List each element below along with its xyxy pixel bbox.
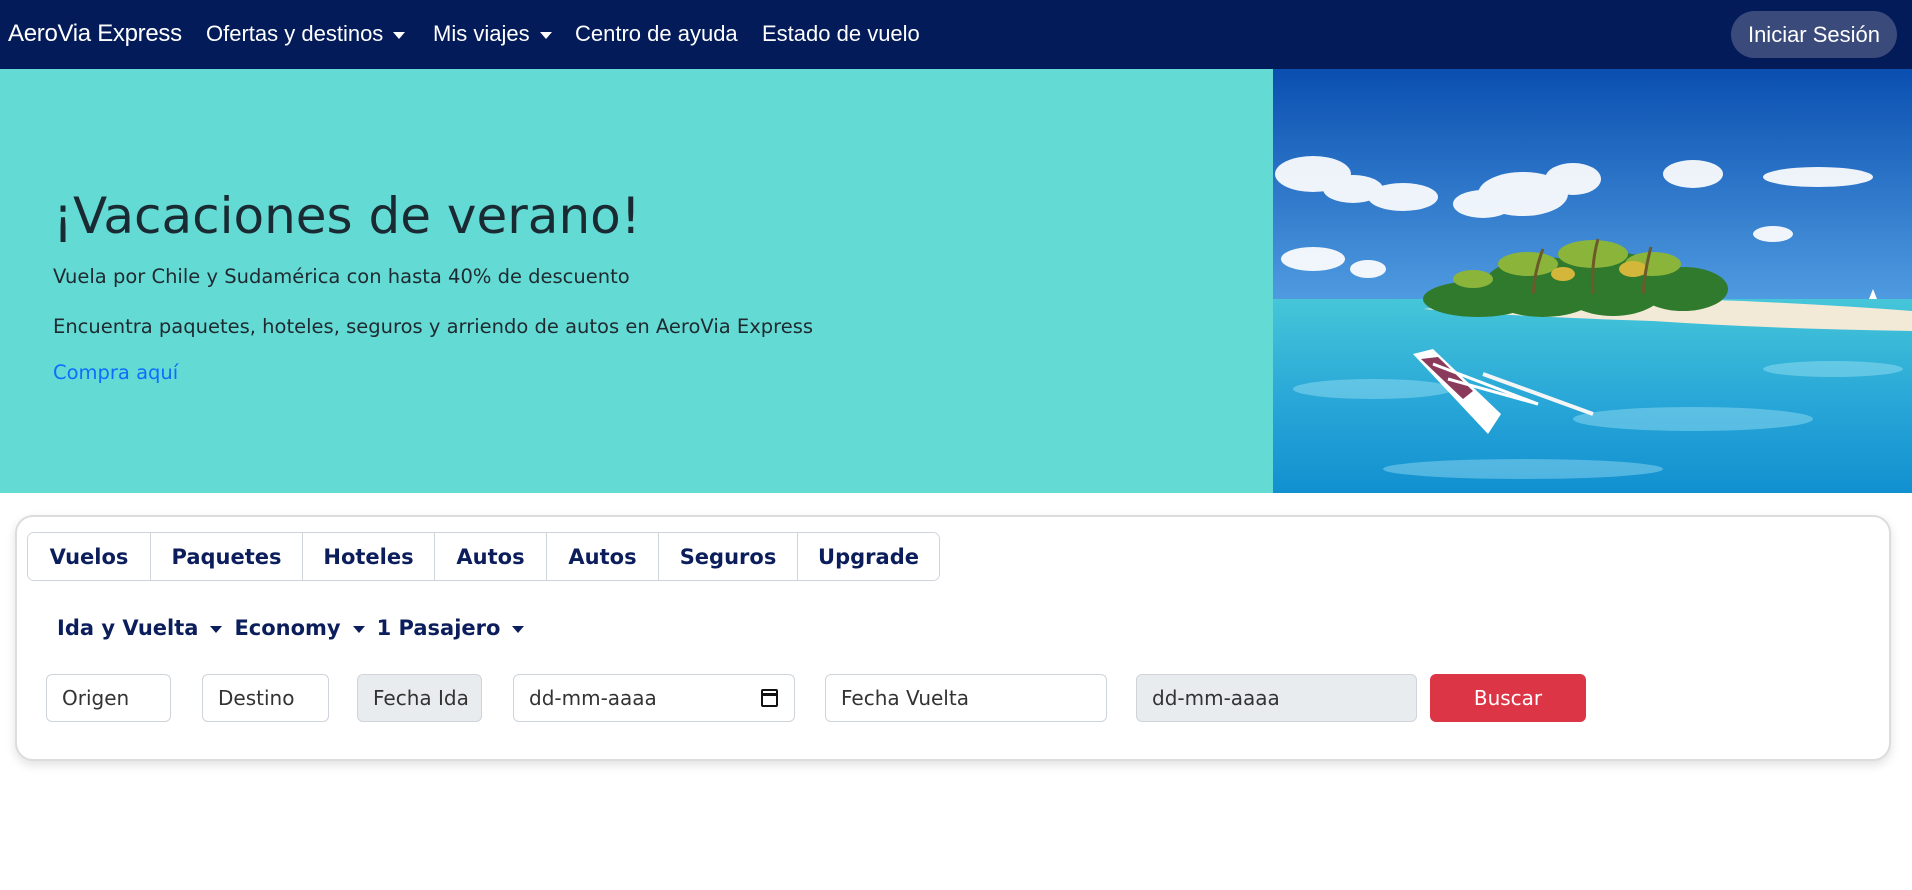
chevron-down-icon	[352, 625, 365, 633]
origin-field[interactable]	[46, 674, 171, 722]
tab-upgrade[interactable]: Upgrade	[798, 533, 939, 580]
login-button[interactable]: Iniciar Sesión	[1731, 11, 1897, 58]
nav-ofertas-destinos[interactable]: Ofertas y destinos	[206, 21, 406, 47]
passengers-label: 1 Pasajero	[376, 616, 501, 640]
destination-input[interactable]	[218, 686, 328, 710]
trip-type-label: Ida y Vuelta	[57, 616, 199, 640]
brand-logo[interactable]: AeroVia Express	[8, 20, 182, 48]
hero-image	[1273, 69, 1912, 493]
flight-search-card: Vuelos Paquetes Hoteles Autos Autos Segu…	[15, 515, 1891, 761]
nav-mis-viajes-label: Mis viajes	[433, 21, 530, 46]
search-button[interactable]: Buscar	[1430, 674, 1586, 722]
chevron-down-icon	[393, 31, 406, 39]
nav-estado-vuelo-label: Estado de vuelo	[762, 21, 920, 46]
nav-ofertas-label: Ofertas y destinos	[206, 21, 384, 46]
nav-mis-viajes[interactable]: Mis viajes	[433, 21, 552, 47]
top-navbar: AeroVia Express Ofertas y destinos Mis v…	[0, 0, 1912, 69]
cabin-class-dropdown[interactable]: Economy	[234, 616, 365, 640]
tab-vuelos[interactable]: Vuelos	[28, 533, 151, 580]
return-date-input[interactable]: dd-mm-aaaa	[1152, 686, 1280, 710]
chevron-down-icon	[512, 625, 525, 633]
origin-input[interactable]	[62, 686, 170, 710]
departure-label-field: Fecha Ida	[357, 674, 482, 722]
hero-title: ¡Vacaciones de verano!	[53, 187, 641, 245]
passengers-dropdown[interactable]: 1 Pasajero	[377, 616, 525, 640]
tab-paquetes[interactable]: Paquetes	[151, 533, 303, 580]
cabin-class-label: Economy	[234, 616, 341, 640]
return-label-field: Fecha Vuelta	[825, 674, 1107, 722]
destination-field[interactable]	[202, 674, 329, 722]
trip-type-dropdown[interactable]: Ida y Vuelta	[57, 616, 223, 640]
return-date-field[interactable]: dd-mm-aaaa	[1136, 674, 1417, 722]
hero-banner: ¡Vacaciones de verano! Vuela por Chile y…	[0, 69, 1273, 493]
nav-centro-ayuda-label: Centro de ayuda	[575, 21, 738, 46]
hero-subtitle: Vuela por Chile y Sudamérica con hasta 4…	[53, 265, 630, 288]
return-label: Fecha Vuelta	[841, 686, 969, 710]
nav-centro-ayuda[interactable]: Centro de ayuda	[575, 21, 738, 47]
departure-date-field[interactable]: dd-mm-aaaa	[513, 674, 795, 722]
departure-date-input[interactable]: dd-mm-aaaa	[529, 686, 657, 710]
chevron-down-icon	[210, 625, 223, 633]
tab-seguros[interactable]: Seguros	[659, 533, 798, 580]
search-options: Ida y Vuelta Economy 1 Pasajero	[57, 616, 525, 640]
calendar-icon[interactable]	[761, 689, 778, 707]
search-tabs: Vuelos Paquetes Hoteles Autos Autos Segu…	[27, 532, 940, 581]
hero-description: Encuentra paquetes, hoteles, seguros y a…	[53, 315, 814, 338]
tab-hoteles[interactable]: Hoteles	[303, 533, 435, 580]
tab-autos[interactable]: Autos	[435, 533, 547, 580]
tab-autos-2[interactable]: Autos	[547, 533, 659, 580]
departure-label: Fecha Ida	[373, 686, 469, 710]
hero-cta-link[interactable]: Compra aquí	[53, 361, 178, 384]
chevron-down-icon	[539, 31, 552, 39]
nav-estado-vuelo[interactable]: Estado de vuelo	[762, 21, 920, 47]
